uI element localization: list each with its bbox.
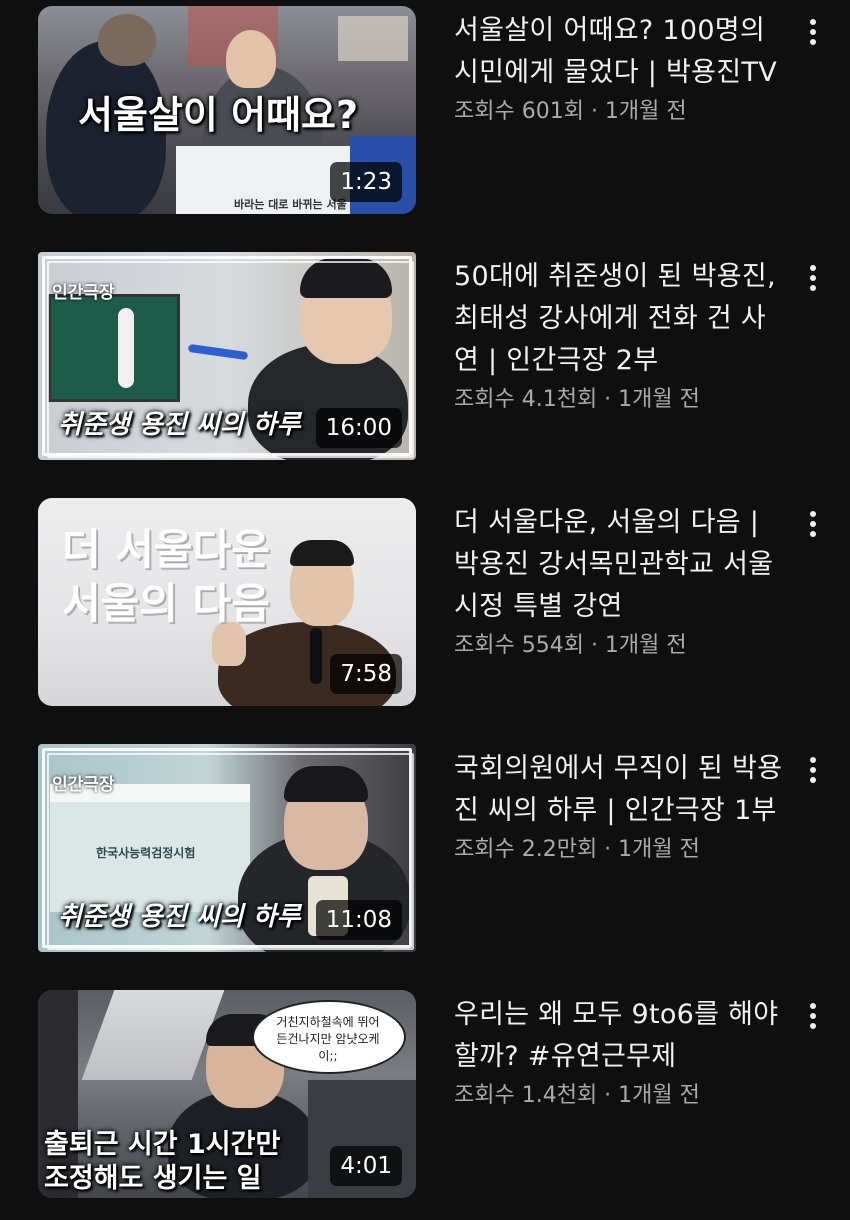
thumbnail-caption-line1: 더 서울다운 — [62, 525, 270, 574]
more-vertical-icon[interactable] — [800, 750, 826, 790]
more-vertical-icon[interactable] — [800, 12, 826, 52]
video-meta: 조회수 1.4천회 · 1개월 전 — [454, 1083, 700, 1108]
more-vertical-icon[interactable] — [800, 504, 826, 544]
video-item[interactable]: 더 서울다운 서울의 다음 7:58 더 서울다운, 서울의 다음 | 박용진 … — [0, 498, 850, 708]
thumbnail-subcaption: 바라는 대로 바뀌는 서울 — [234, 198, 347, 211]
video-thumbnail[interactable]: 더 서울다운 서울의 다음 7:58 — [38, 498, 416, 706]
duration-badge: 4:01 — [330, 1146, 402, 1186]
video-meta: 조회수 2.2만회 · 1개월 전 — [454, 837, 700, 862]
video-thumbnail[interactable]: 한국사능력검정시험 인간극장 취준생 용진 씨의 하루 11:08 — [38, 744, 416, 952]
video-title[interactable]: 더 서울다운, 서울의 다음 | 박용진 강서목민관학교 서울시정 특별 강연 — [454, 502, 784, 628]
video-thumbnail[interactable]: 거친지하철속에 뛰어든건나지만 암냣오케이;; 출퇴근 시간 1시간만 조정해도… — [38, 990, 416, 1198]
duration-badge: 7:58 — [330, 654, 402, 694]
video-title[interactable]: 우리는 왜 모두 9to6를 해야할까? #유연근무제 — [454, 994, 784, 1078]
video-item[interactable]: 서울살이 어때요? 바라는 대로 바뀌는 서울 1:23 서울살이 어때요? 1… — [0, 6, 850, 216]
thumbnail-bubble-text: 거친지하철속에 뛰어든건나지만 암냣오케이;; — [276, 1015, 380, 1063]
thumbnail-tag: 인간극장 — [52, 775, 115, 795]
video-meta: 조회수 4.1천회 · 1개월 전 — [454, 387, 700, 412]
more-vertical-icon[interactable] — [800, 996, 826, 1036]
video-meta: 조회수 554회 · 1개월 전 — [454, 633, 687, 658]
video-info[interactable]: 우리는 왜 모두 9to6를 해야할까? #유연근무제 조회수 1.4천회 · … — [454, 994, 784, 1114]
video-thumbnail[interactable]: 인간극장 취준생 용진 씨의 하루 16:00 — [38, 252, 416, 460]
video-info[interactable]: 50대에 취준생이 된 박용진, 최태성 강사에게 전화 건 사연 | 인간극장… — [454, 256, 784, 418]
thumbnail-caption-line2: 조정해도 생기는 일 — [44, 1163, 262, 1194]
video-info[interactable]: 서울살이 어때요? 100명의 시민에게 물었다 | 박용진TV 조회수 601… — [454, 10, 784, 130]
thumbnail-caption: 서울살이 어때요? — [78, 93, 358, 137]
thumbnail-caption-line2: 서울의 다음 — [62, 579, 270, 628]
thumbnail-tag: 인간극장 — [52, 283, 115, 303]
video-info[interactable]: 국회의원에서 무직이 된 박용진 씨의 하루 | 인간극장 1부 조회수 2.2… — [454, 748, 784, 868]
video-title[interactable]: 국회의원에서 무직이 된 박용진 씨의 하루 | 인간극장 1부 — [454, 748, 784, 832]
duration-badge: 1:23 — [330, 162, 402, 202]
video-item[interactable]: 한국사능력검정시험 인간극장 취준생 용진 씨의 하루 11:08 국회의원에서… — [0, 744, 850, 954]
thumbnail-caption: 취준생 용진 씨의 하루 — [58, 410, 301, 440]
video-meta: 조회수 601회 · 1개월 전 — [454, 99, 687, 124]
duration-badge: 11:08 — [315, 900, 402, 940]
video-title[interactable]: 50대에 취준생이 된 박용진, 최태성 강사에게 전화 건 사연 | 인간극장… — [454, 256, 784, 382]
duration-badge: 16:00 — [315, 408, 402, 448]
video-info[interactable]: 더 서울다운, 서울의 다음 | 박용진 강서목민관학교 서울시정 특별 강연 … — [454, 502, 784, 664]
thumbnail-caption: 취준생 용진 씨의 하루 — [58, 902, 301, 932]
video-item[interactable]: 인간극장 취준생 용진 씨의 하루 16:00 50대에 취준생이 된 박용진,… — [0, 252, 850, 462]
more-vertical-icon[interactable] — [800, 258, 826, 298]
video-title[interactable]: 서울살이 어때요? 100명의 시민에게 물었다 | 박용진TV — [454, 10, 784, 94]
video-item[interactable]: 거친지하철속에 뛰어든건나지만 암냣오케이;; 출퇴근 시간 1시간만 조정해도… — [0, 990, 850, 1200]
thumbnail-screen-text: 한국사능력검정시험 — [96, 846, 196, 860]
video-thumbnail[interactable]: 서울살이 어때요? 바라는 대로 바뀌는 서울 1:23 — [38, 6, 416, 214]
